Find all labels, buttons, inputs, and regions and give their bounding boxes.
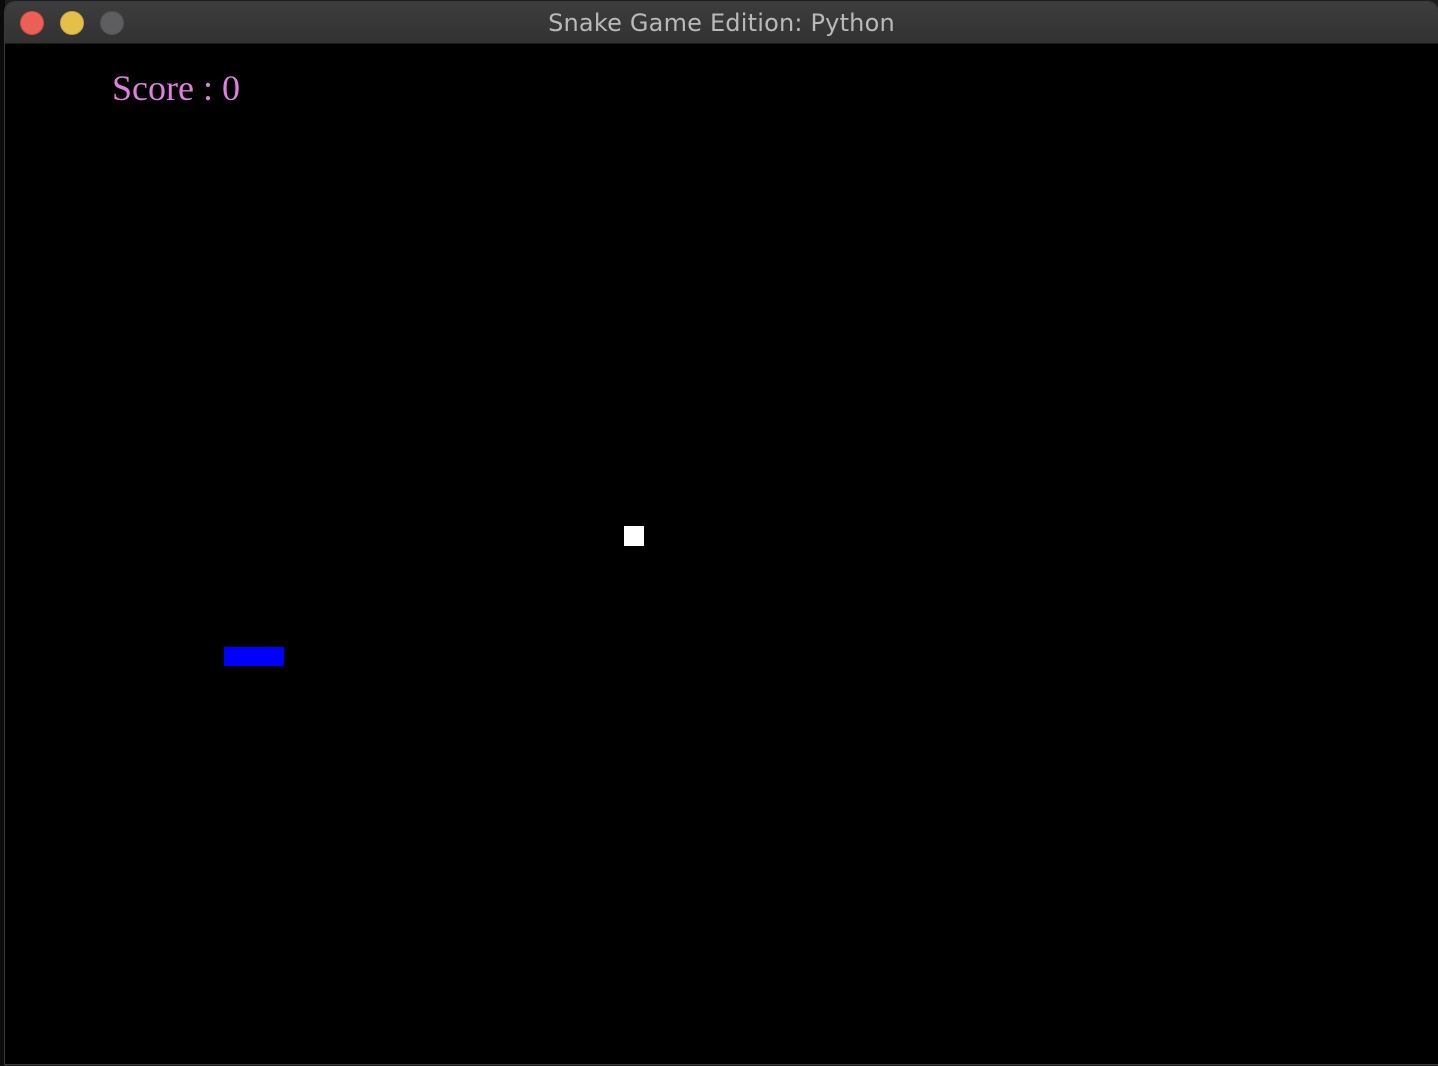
food-block <box>624 526 644 546</box>
window-title: Snake Game Edition: Python <box>548 9 895 37</box>
snake-head <box>264 647 284 666</box>
game-canvas[interactable]: Score : 0 <box>5 44 1438 1064</box>
game-window: Snake Game Edition: Python Score : 0 <box>5 2 1438 1064</box>
snake-segment <box>244 647 264 666</box>
title-bar[interactable]: Snake Game Edition: Python <box>5 2 1438 44</box>
snake-segment <box>224 647 244 666</box>
score-label: Score : 0 <box>112 68 240 108</box>
